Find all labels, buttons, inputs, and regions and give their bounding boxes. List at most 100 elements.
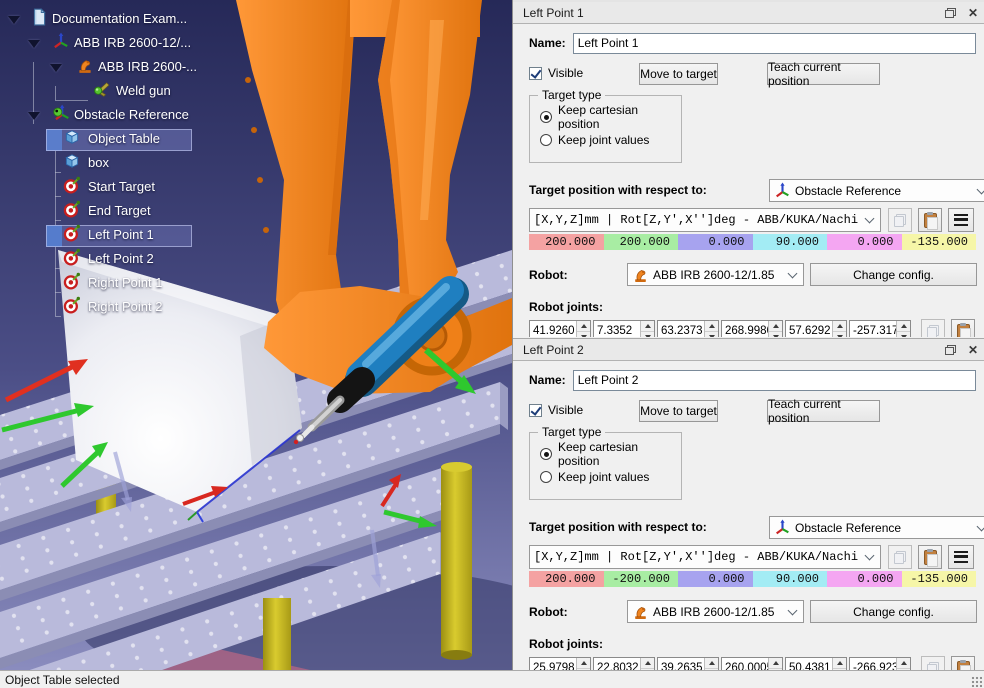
joint-4-input[interactable]: [722, 321, 768, 338]
spin-up-button[interactable]: [577, 658, 590, 669]
spin-up-button[interactable]: [705, 321, 718, 332]
copy-pose-button[interactable]: [888, 208, 912, 232]
pose-value-rx[interactable]: -135.000: [902, 234, 977, 250]
joint-1-input[interactable]: [530, 321, 576, 338]
joint-5-input[interactable]: [786, 321, 832, 338]
joint-2-input[interactable]: [594, 658, 640, 671]
joint-5-input[interactable]: [786, 658, 832, 671]
joint-3-input[interactable]: [658, 658, 704, 671]
joint-5-spinbox[interactable]: [785, 657, 847, 671]
copy-joints-button[interactable]: [921, 319, 945, 337]
tree-item-left-point-2[interactable]: Left Point 2: [0, 248, 280, 272]
pose-format-combo[interactable]: [X,Y,Z]mm | Rot[Z,Y',X'']deg - ABB/KUKA/…: [529, 208, 881, 232]
radio-keep-cartesian[interactable]: Keep cartesian position: [540, 445, 681, 463]
tree-item-robot[interactable]: ABB IRB 2600-...: [0, 56, 280, 80]
radio-icon[interactable]: [540, 134, 552, 146]
spin-up-button[interactable]: [577, 321, 590, 332]
joint-2-spinbox[interactable]: [593, 320, 655, 338]
name-input[interactable]: [573, 370, 976, 391]
joint-4-spinbox[interactable]: [721, 657, 783, 671]
move-to-target-button[interactable]: Move to target: [639, 63, 718, 85]
spin-up-button[interactable]: [705, 658, 718, 669]
joint-3-spinbox[interactable]: [657, 320, 719, 338]
joint-1-spinbox[interactable]: [529, 657, 591, 671]
copy-joints-button[interactable]: [921, 656, 945, 670]
radio-icon[interactable]: [540, 448, 552, 460]
spin-down-button[interactable]: [833, 332, 846, 338]
pose-value-x[interactable]: 200.000: [529, 571, 604, 587]
pose-value-rz[interactable]: 90.000: [753, 234, 828, 250]
pose-menu-button[interactable]: [948, 208, 974, 232]
radio-icon[interactable]: [540, 471, 552, 483]
tree-item-end-target[interactable]: End Target: [0, 200, 280, 224]
3d-viewport[interactable]: Documentation Exam... ABB IRB 2600-12/..…: [0, 0, 512, 670]
panel-titlebar[interactable]: Left Point 2 ✕: [513, 339, 984, 361]
spin-up-button[interactable]: [897, 321, 910, 332]
spin-up-button[interactable]: [833, 321, 846, 332]
joint-6-input[interactable]: [850, 658, 896, 671]
tree-item-right-point-1[interactable]: Right Point 1: [0, 272, 280, 296]
pose-value-ry[interactable]: 0.000: [827, 571, 902, 587]
pose-value-rz[interactable]: 90.000: [753, 571, 828, 587]
joint-3-input[interactable]: [658, 321, 704, 338]
joint-1-spinbox[interactable]: [529, 320, 591, 338]
teach-current-position-button[interactable]: Teach current position: [767, 63, 880, 85]
name-input[interactable]: [573, 33, 976, 54]
spin-down-button[interactable]: [705, 332, 718, 338]
joint-3-spinbox[interactable]: [657, 657, 719, 671]
close-icon[interactable]: ✕: [968, 7, 978, 19]
radio-keep-joints[interactable]: Keep joint values: [540, 468, 681, 486]
radio-keep-joints[interactable]: Keep joint values: [540, 131, 681, 149]
joint-1-input[interactable]: [530, 658, 576, 671]
pose-value-x[interactable]: 200.000: [529, 234, 604, 250]
spin-up-button[interactable]: [641, 321, 654, 332]
close-icon[interactable]: ✕: [968, 344, 978, 356]
copy-pose-button[interactable]: [888, 545, 912, 569]
pose-value-z[interactable]: 0.000: [678, 571, 753, 587]
resize-grip[interactable]: [971, 676, 982, 687]
spin-down-button[interactable]: [769, 332, 782, 338]
radio-icon[interactable]: [540, 111, 552, 123]
joint-6-input[interactable]: [850, 321, 896, 338]
robot-combo[interactable]: ABB IRB 2600-12/1.85: [627, 600, 804, 623]
spin-down-button[interactable]: [577, 332, 590, 338]
tree-item-start-target[interactable]: Start Target: [0, 176, 280, 200]
paste-joints-button[interactable]: [951, 656, 975, 670]
float-icon[interactable]: [945, 345, 956, 355]
panel-titlebar[interactable]: Left Point 1 ✕: [513, 2, 984, 24]
pose-menu-button[interactable]: [948, 545, 974, 569]
expand-arrow-icon[interactable]: [28, 112, 40, 120]
joint-2-input[interactable]: [594, 321, 640, 338]
visible-checkbox[interactable]: [529, 404, 542, 417]
float-icon[interactable]: [945, 8, 956, 18]
tree-item-station[interactable]: Documentation Exam...: [0, 8, 280, 32]
spin-up-button[interactable]: [897, 658, 910, 669]
tree-item-right-point-2[interactable]: Right Point 2: [0, 296, 280, 320]
teach-current-position-button[interactable]: Teach current position: [767, 400, 880, 422]
paste-pose-button[interactable]: [918, 545, 942, 569]
pose-value-y[interactable]: 200.000: [604, 234, 679, 250]
tree-item-obstacle-reference[interactable]: Obstacle Reference: [0, 104, 280, 128]
paste-pose-button[interactable]: [918, 208, 942, 232]
joint-6-spinbox[interactable]: [849, 320, 911, 338]
paste-joints-button[interactable]: [951, 319, 975, 337]
visible-checkbox[interactable]: [529, 67, 542, 80]
expand-arrow-icon[interactable]: [28, 40, 40, 48]
tree-item-weld-gun[interactable]: Weld gun: [0, 80, 280, 104]
radio-keep-cartesian[interactable]: Keep cartesian position: [540, 108, 681, 126]
tree-item-robot-frame[interactable]: ABB IRB 2600-12/...: [0, 32, 280, 56]
spin-up-button[interactable]: [769, 321, 782, 332]
spin-up-button[interactable]: [641, 658, 654, 669]
tree-item-box[interactable]: box: [0, 152, 280, 176]
pose-value-ry[interactable]: 0.000: [827, 234, 902, 250]
change-config-button[interactable]: Change config.: [810, 263, 977, 286]
joint-5-spinbox[interactable]: [785, 320, 847, 338]
spin-down-button[interactable]: [641, 332, 654, 338]
change-config-button[interactable]: Change config.: [810, 600, 977, 623]
pose-value-y[interactable]: -200.000: [604, 571, 679, 587]
reference-frame-combo[interactable]: Obstacle Reference: [769, 179, 984, 202]
pose-value-rx[interactable]: -135.000: [902, 571, 977, 587]
pose-value-z[interactable]: 0.000: [678, 234, 753, 250]
tree-item-object-table[interactable]: Object Table: [0, 128, 280, 152]
expand-arrow-icon[interactable]: [50, 64, 62, 72]
